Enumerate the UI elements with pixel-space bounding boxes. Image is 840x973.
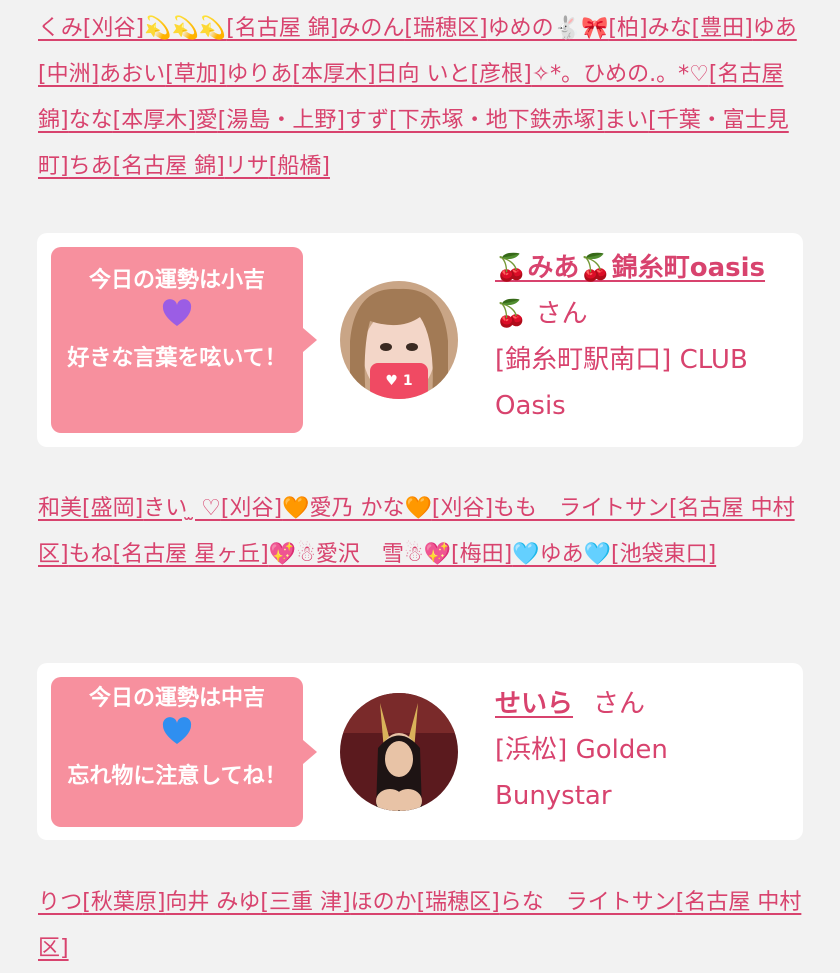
girl-info: 🍒みあ🍒錦糸町oasis 🍒 さん [錦糸町駅南口] CLUB Oasis [495, 245, 791, 429]
girl-link[interactable]: ゆりあ [226, 62, 292, 87]
girl-link[interactable]: 愛 [196, 108, 218, 133]
girl-link[interactable]: リサ [225, 154, 269, 179]
like-count: 1 [402, 373, 413, 389]
girl-links-top: くみ[刈谷]💫💫💫[名古屋 錦]みのん[瑞穂区]ゆめの🐇🎀[柏]みな[豊田]ゆあ… [38, 6, 803, 190]
girl-link[interactable]: [彦根] [471, 62, 532, 87]
girl-link[interactable]: 🩵ゆあ🩵 [512, 542, 611, 567]
girl-link[interactable]: みな [648, 16, 692, 41]
fortune-line: 今日の運勢は小吉 [88, 268, 265, 293]
girl-name-link[interactable]: 🍒みあ🍒錦糸町oasis [495, 253, 765, 283]
girl-link[interactable]: 日向 いと [376, 62, 471, 87]
area-label: [錦糸町駅南口] [495, 345, 672, 375]
girl-link[interactable]: ✧*。ひめの.。*♡ [532, 62, 709, 87]
girl-link[interactable]: もね [69, 542, 113, 567]
girl-link[interactable]: まい [604, 108, 648, 133]
like-badge: ♥ 1 [370, 363, 428, 399]
avatar[interactable] [340, 693, 458, 811]
girl-link[interactable]: 🧡愛乃 かな🧡 [282, 496, 432, 521]
girl-link[interactable]: [名古屋 錦] [226, 16, 338, 41]
girl-link[interactable]: 和美 [38, 496, 82, 521]
girl-link[interactable]: りつ [38, 890, 82, 915]
girl-link[interactable]: [盛岡] [82, 496, 143, 521]
heart-icon: ♥ [385, 373, 398, 389]
girl-link[interactable]: 💖☃愛沢 雪☃💖 [269, 542, 451, 567]
girl-info: せいら さん [浜松] Golden Bunystar [495, 681, 791, 819]
girl-link[interactable]: [瑞穂区] [417, 890, 500, 915]
girl-link[interactable]: [船橋] [269, 154, 330, 179]
girl-link[interactable]: [本厚木] [292, 62, 375, 87]
girl-link[interactable]: [名古屋 星ヶ丘] [113, 542, 269, 567]
girl-link[interactable]: [瑞穂区] [404, 16, 487, 41]
girl-link[interactable]: あおい [99, 62, 165, 87]
girl-link[interactable]: [豊田] [692, 16, 753, 41]
girl-link[interactable]: [柏] [608, 16, 647, 41]
girl-link[interactable]: ちあ [69, 154, 113, 179]
purple-heart-icon [63, 299, 291, 341]
fortune-bubble: 今日の運勢は中吉 忘れ物に注意してね！ [51, 677, 303, 827]
girl-link[interactable]: みのん [338, 16, 404, 41]
girl-link[interactable]: [湯島・上野] [218, 108, 345, 133]
girl-link[interactable]: [池袋東口] [611, 542, 716, 567]
girl-links-bottom: りつ[秋葉原]向井 みゆ[三重 津]ほのか[瑞穂区]らな ライトサン[名古屋 中… [38, 880, 803, 972]
girl-link[interactable]: 向井 みゆ [165, 890, 260, 915]
girl-link[interactable]: [名古屋 錦] [113, 154, 225, 179]
girl-link[interactable]: きい ̫ ♡ [143, 496, 221, 521]
girl-link[interactable]: ゆめの🐇🎀 [488, 16, 609, 41]
girl-link[interactable]: [本厚木] [113, 108, 196, 133]
fortune-message: 忘れ物に注意してね！ [67, 764, 287, 789]
girl-link[interactable]: すず [345, 108, 389, 133]
blue-heart-icon [63, 717, 291, 759]
fortune-line: 今日の運勢は中吉 [88, 686, 265, 711]
girl-link[interactable]: [梅田] [451, 542, 512, 567]
girl-link[interactable]: [秋葉原] [82, 890, 165, 915]
girl-link[interactable]: ゆあ [753, 16, 797, 41]
avatar[interactable]: ♥ 1 [340, 281, 458, 399]
girl-link[interactable]: ほのか [351, 890, 417, 915]
honorific: 🍒 さん [495, 299, 588, 329]
girl-card-1[interactable]: 今日の運勢は小吉 好きな言葉を呟いて！ ♥ 1 🍒みあ🍒錦糸町oasis 🍒 さ… [37, 233, 803, 447]
girl-link[interactable]: らな ライトサン [500, 890, 676, 915]
girl-link[interactable]: [刈谷] [432, 496, 493, 521]
girl-link[interactable]: なな [69, 108, 113, 133]
girl-name-link[interactable]: せいら [495, 689, 573, 719]
honorific: さん [593, 689, 646, 719]
girl-link[interactable]: [中洲] [38, 62, 99, 87]
fortune-message: 好きな言葉を呟いて！ [67, 346, 287, 371]
girl-link[interactable]: [草加] [165, 62, 226, 87]
girl-link[interactable]: [刈谷] [221, 496, 282, 521]
girl-link[interactable]: くみ[刈谷]💫💫💫 [38, 16, 226, 41]
girl-link[interactable]: [下赤塚・地下鉄赤塚] [389, 108, 604, 133]
girl-link[interactable]: もも ライトサン [493, 496, 669, 521]
girl-link[interactable]: [三重 津] [260, 890, 350, 915]
girl-card-2[interactable]: 今日の運勢は中吉 忘れ物に注意してね！ せいら さん [浜松] Golden Bu… [37, 663, 803, 840]
girl-links-middle: 和美[盛岡]きい ̫ ♡[刈谷]🧡愛乃 かな🧡[刈谷]もも ライトサン[名古屋 … [38, 486, 803, 578]
fortune-bubble: 今日の運勢は小吉 好きな言葉を呟いて！ [51, 247, 303, 433]
area-label: [浜松] [495, 735, 568, 765]
